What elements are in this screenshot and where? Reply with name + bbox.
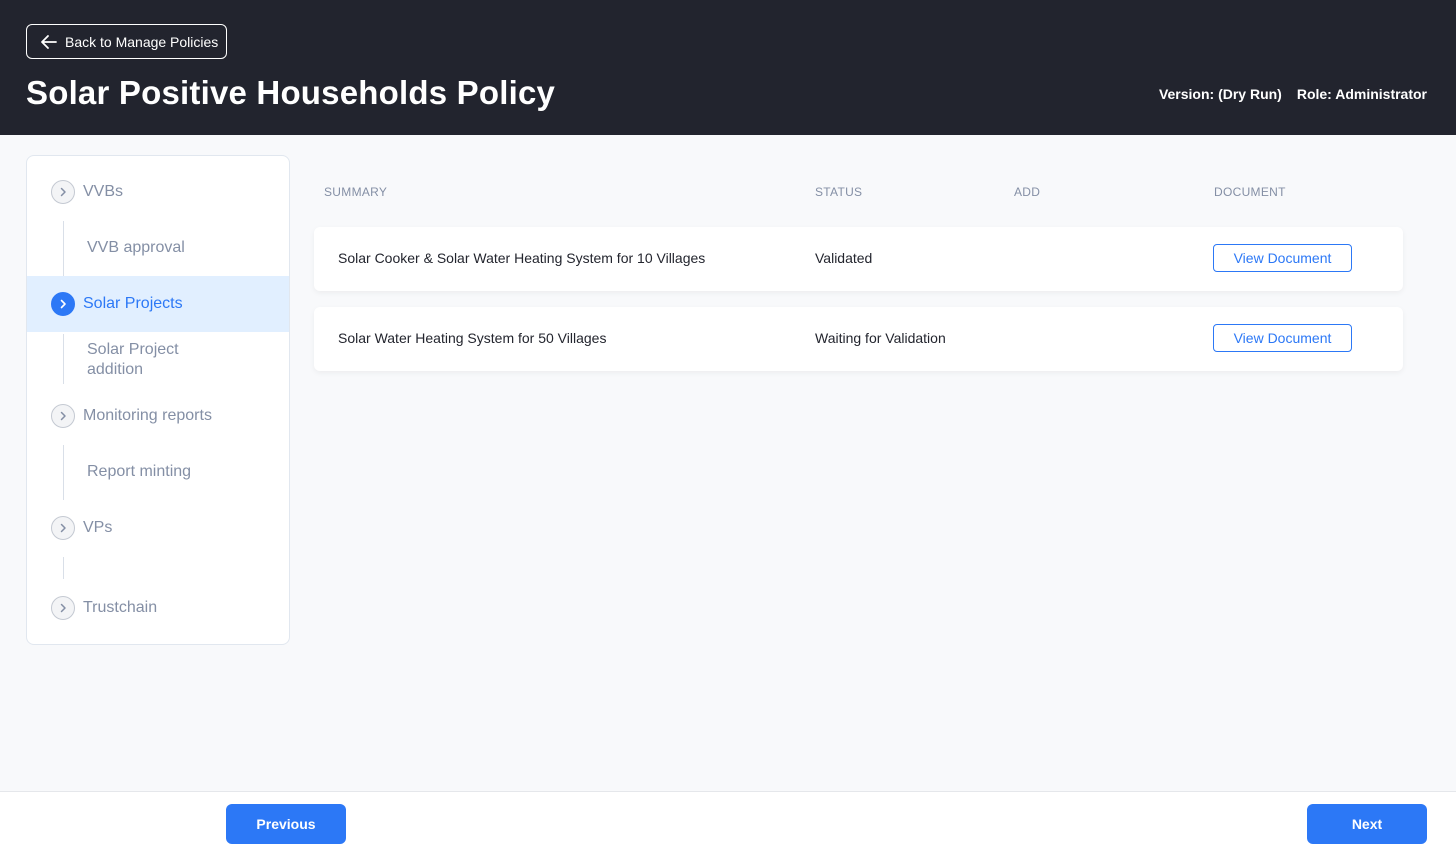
page-title: Solar Positive Households Policy <box>26 74 556 111</box>
sidebar-subitem-solar-project-addition[interactable]: Solar Project addition <box>87 340 237 380</box>
footer-bar: Previous Next <box>0 791 1456 854</box>
step-connector <box>63 445 64 500</box>
sidebar-item-solar-projects[interactable]: Solar Projects <box>27 276 289 332</box>
sidebar-item-vps[interactable]: VPs <box>27 502 289 554</box>
column-header-status: STATUS <box>815 185 863 199</box>
back-to-manage-policies-button[interactable]: Back to Manage Policies <box>26 24 227 59</box>
chevron-right-icon <box>51 292 75 316</box>
header-meta: Version: (Dry Run) Role: Administrator <box>1159 86 1427 102</box>
view-document-button[interactable]: View Document <box>1213 244 1352 272</box>
sidebar-item-label: Trustchain <box>83 599 158 616</box>
sidebar-subitem-vvb-approval[interactable]: VVB approval <box>87 238 185 258</box>
next-button[interactable]: Next <box>1307 804 1427 844</box>
step-connector <box>63 557 64 579</box>
step-connector <box>63 221 64 276</box>
row-status: Waiting for Validation <box>815 330 946 346</box>
role-label: Role: Administrator <box>1296 86 1427 102</box>
steps-sidebar: VVBs VVB approval Solar Projects Solar P… <box>26 155 290 645</box>
sidebar-item-label: VVBs <box>83 183 124 200</box>
row-summary: Solar Water Heating System for 50 Villag… <box>338 330 607 346</box>
back-button-label: Back to Manage Policies <box>65 33 219 50</box>
view-document-button[interactable]: View Document <box>1213 324 1352 352</box>
previous-button[interactable]: Previous <box>226 804 346 844</box>
chevron-right-icon <box>51 404 75 428</box>
row-summary: Solar Cooker & Solar Water Heating Syste… <box>338 250 706 266</box>
chevron-right-icon <box>51 180 75 204</box>
table-row: Solar Cooker & Solar Water Heating Syste… <box>314 227 1403 291</box>
sidebar-item-trustchain[interactable]: Trustchain <box>27 582 289 634</box>
column-header-add: ADD <box>1014 185 1041 199</box>
sidebar-item-monitoring-reports[interactable]: Monitoring reports <box>27 390 289 442</box>
page-header: Back to Manage Policies Solar Positive H… <box>0 0 1456 135</box>
arrow-left-icon <box>41 34 57 49</box>
sidebar-item-label: Monitoring reports <box>83 407 212 424</box>
sidebar-item-label: VPs <box>83 519 113 536</box>
sidebar-item-label: Solar Projects <box>83 295 183 312</box>
column-header-summary: SUMMARY <box>324 185 388 199</box>
chevron-right-icon <box>51 596 75 620</box>
sidebar-subitem-report-minting[interactable]: Report minting <box>87 462 191 482</box>
row-status: Validated <box>815 250 873 266</box>
step-connector <box>63 334 64 384</box>
chevron-right-icon <box>51 516 75 540</box>
sidebar-item-vvbs[interactable]: VVBs <box>27 166 289 218</box>
version-label: Version: (Dry Run) <box>1158 86 1282 102</box>
column-header-document: DOCUMENT <box>1214 185 1286 199</box>
table-row: Solar Water Heating System for 50 Villag… <box>314 307 1403 371</box>
